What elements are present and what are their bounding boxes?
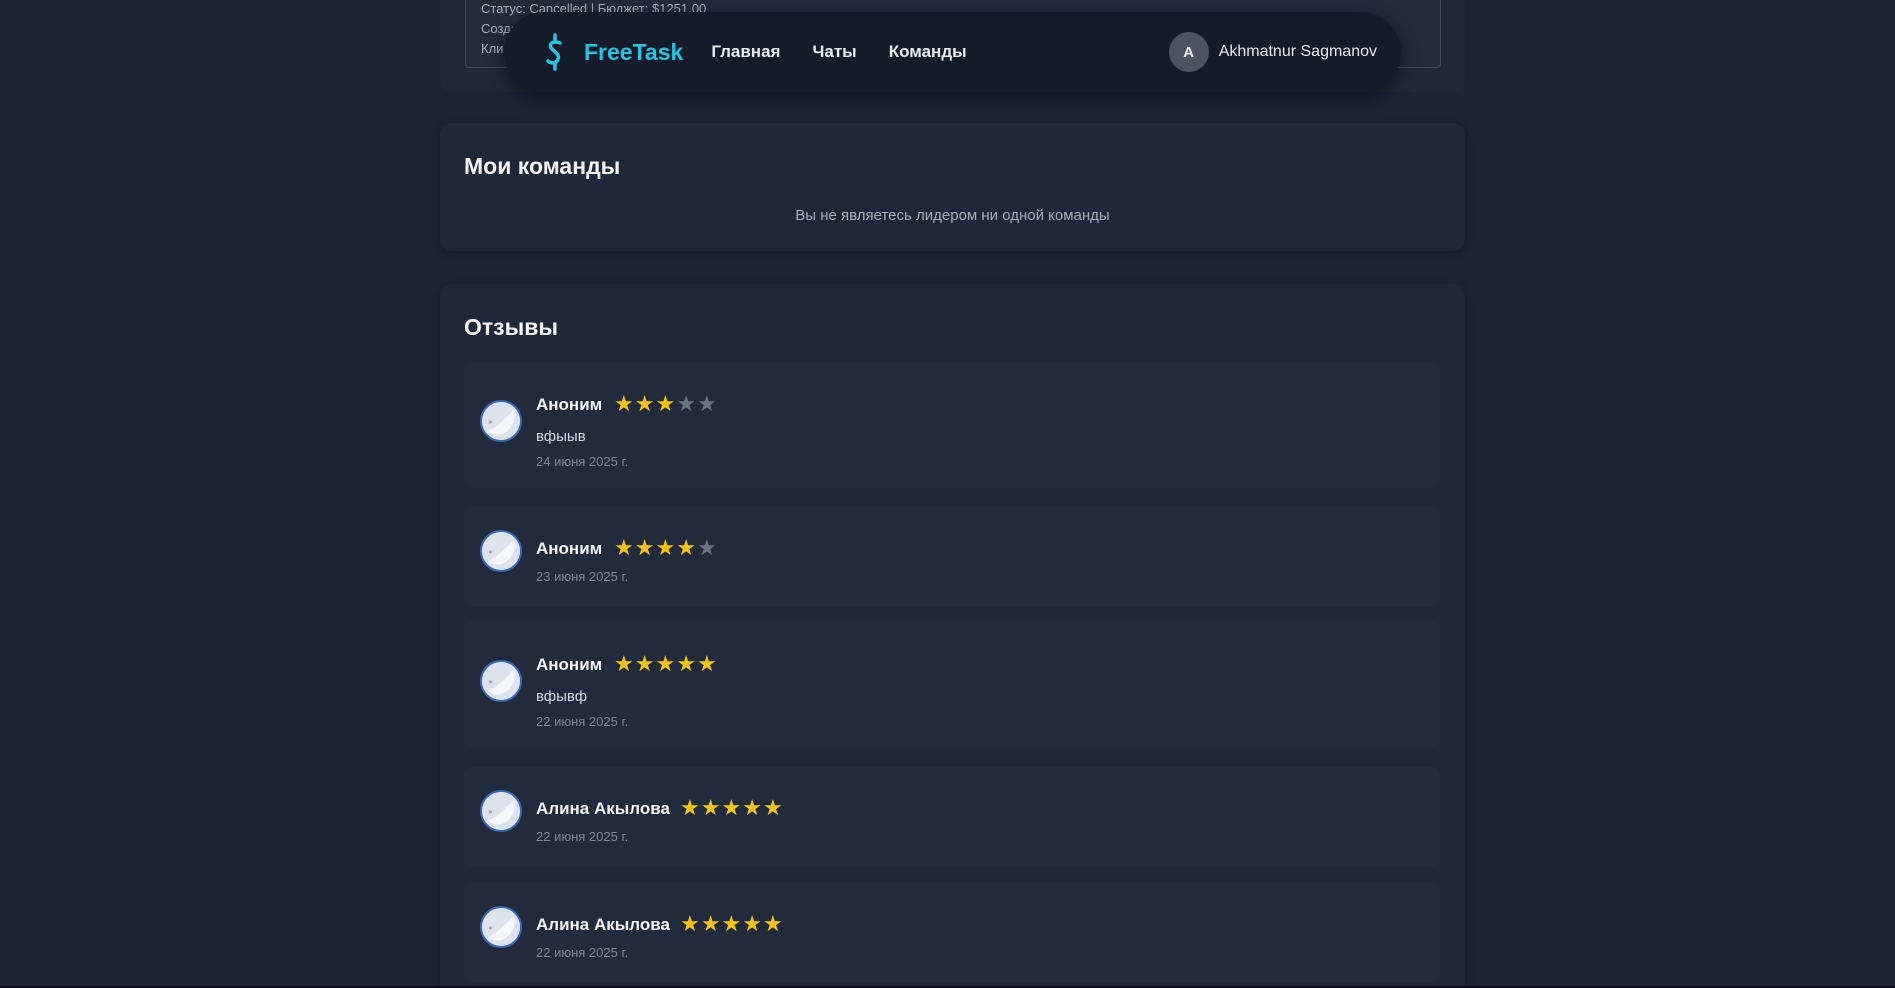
user-avatar[interactable]: A <box>1168 32 1209 72</box>
top-navbar: FreeTask Главная Чаты Команды A Akhmatnu… <box>504 12 1401 92</box>
star-filled-icon: ★ <box>634 391 655 416</box>
nav-link-teams[interactable]: Команды <box>889 42 967 62</box>
star-filled-icon: ★ <box>680 795 700 820</box>
my-teams-title: Мои команды <box>464 153 621 179</box>
reviewer-avatar[interactable] <box>480 660 522 702</box>
nav-link-chats[interactable]: Чаты <box>812 42 856 62</box>
star-filled-icon: ★ <box>676 651 696 676</box>
reviewer-name: Аноним <box>536 539 603 558</box>
rating-stars: ★ ★ ★ ★ ★ <box>614 537 717 559</box>
rating-stars: ★ ★ ★ ★ ★ <box>680 913 783 935</box>
review-item: Аноним ★ ★ ★ ★ ★ вфыыв 24 июня 2025 г. <box>464 363 1440 488</box>
my-teams-card: Мои команды Вы не являетесь лидером ни о… <box>440 123 1465 251</box>
review-date: 23 июня 2025 г. <box>536 569 629 584</box>
star-filled-icon: ★ <box>721 795 742 820</box>
star-filled-icon: ★ <box>634 651 655 676</box>
reviewer-name: Аноним <box>536 395 603 414</box>
star-filled-icon: ★ <box>655 391 676 416</box>
star-empty-icon: ★ <box>676 391 696 416</box>
star-filled-icon: ★ <box>634 535 655 560</box>
reviewer-name: Алина Акылова <box>536 915 670 934</box>
reviewer-name: Аноним <box>536 655 603 674</box>
star-filled-icon: ★ <box>614 391 634 416</box>
star-empty-icon: ★ <box>696 535 717 560</box>
star-filled-icon: ★ <box>762 911 783 936</box>
review-text: вфывф <box>536 688 588 705</box>
rating-stars: ★ ★ ★ ★ ★ <box>614 653 717 675</box>
review-date: 22 июня 2025 г. <box>536 714 629 729</box>
review-item: Аноним ★ ★ ★ ★ ★ вфывф 22 июня 2025 г. <box>464 620 1440 748</box>
rating-stars: ★ ★ ★ ★ ★ <box>614 393 717 415</box>
review-date: 22 июня 2025 г. <box>536 945 629 960</box>
reviewer-avatar[interactable] <box>480 790 522 832</box>
dollar-logo-icon[interactable] <box>542 32 568 72</box>
review-date: 22 июня 2025 г. <box>536 829 629 844</box>
star-filled-icon: ★ <box>680 911 700 936</box>
star-filled-icon: ★ <box>676 535 696 560</box>
star-filled-icon: ★ <box>696 651 717 676</box>
review-date: 24 июня 2025 г. <box>536 454 629 469</box>
logo-text[interactable]: FreeTask <box>584 39 683 66</box>
star-filled-icon: ★ <box>742 911 762 936</box>
review-item: Аноним ★ ★ ★ ★ ★ 23 июня 2025 г. <box>464 507 1440 607</box>
review-item: Алина Акылова ★ ★ ★ ★ ★ 22 июня 2025 г. <box>464 883 1440 983</box>
star-filled-icon: ★ <box>721 911 742 936</box>
review-text: вфыыв <box>536 428 586 445</box>
reviewer-avatar[interactable] <box>480 530 522 572</box>
star-filled-icon: ★ <box>700 911 721 936</box>
star-filled-icon: ★ <box>655 651 676 676</box>
star-filled-icon: ★ <box>614 535 634 560</box>
star-empty-icon: ★ <box>696 391 717 416</box>
star-filled-icon: ★ <box>655 535 676 560</box>
teams-empty-message: Вы не являетесь лидером ни одной команды <box>795 207 1110 224</box>
reviewer-avatar[interactable] <box>480 400 522 442</box>
review-item: Алина Акылова ★ ★ ★ ★ ★ 22 июня 2025 г. <box>464 767 1440 867</box>
star-filled-icon: ★ <box>700 795 721 820</box>
user-name[interactable]: Akhmatnur Sagmanov <box>1219 43 1377 61</box>
rating-stars: ★ ★ ★ ★ ★ <box>680 797 783 819</box>
star-filled-icon: ★ <box>614 651 634 676</box>
nav-link-home[interactable]: Главная <box>711 42 780 62</box>
reviewer-name: Алина Акылова <box>536 799 670 818</box>
star-filled-icon: ★ <box>762 795 783 820</box>
star-filled-icon: ★ <box>742 795 762 820</box>
reviewer-avatar[interactable] <box>480 906 522 948</box>
reviews-title: Отзывы <box>464 314 559 340</box>
